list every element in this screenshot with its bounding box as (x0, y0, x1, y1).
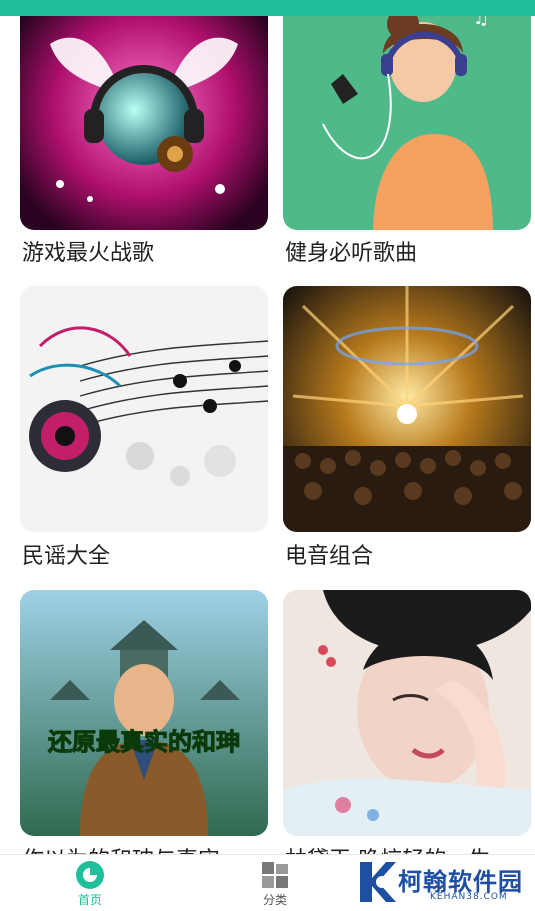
playlist-cover-image[interactable] (20, 16, 268, 230)
poster-text: 还原最真实的和珅 (48, 728, 240, 756)
playlist-cover-image[interactable] (283, 286, 531, 532)
playlist-cover-image[interactable]: ♪ ♫ (283, 16, 531, 230)
nav-category-label: 分类 (262, 893, 287, 907)
nav-home[interactable]: 首页 (50, 859, 130, 909)
watermark-url: KEHAN38.COM (430, 892, 508, 902)
playlist-grid: 游戏最火战歌 ♪ ♫ 健身必听歌曲 (0, 16, 535, 854)
playlist-title[interactable]: 电音组合 (285, 541, 529, 573)
playlist-title[interactable]: 林黛玉:晚惊轻的一生... (285, 845, 529, 854)
playlist-title[interactable]: 健身必听歌曲 (285, 238, 529, 270)
playlist-cover-image[interactable] (283, 590, 531, 836)
home-icon (74, 859, 106, 891)
status-bar (0, 0, 535, 16)
playlist-title[interactable]: 民谣大全 (22, 541, 266, 573)
playlist-title[interactable]: 作以为的和珅与真实... (22, 845, 266, 854)
svg-text:♫: ♫ (473, 16, 489, 29)
k-logo-icon (360, 862, 396, 902)
watermark-logo: 柯翰软件园 KEHAN38.COM (356, 860, 526, 906)
grid-icon (259, 859, 291, 891)
nav-category[interactable]: 分类 (235, 859, 315, 909)
playlist-title[interactable]: 游戏最火战歌 (22, 238, 266, 270)
playlist-cover-image[interactable] (20, 286, 268, 532)
playlist-cover-image[interactable]: 还原最真实的和珅 (20, 590, 268, 836)
svg-text:♪: ♪ (343, 16, 356, 19)
nav-home-label: 首页 (77, 893, 102, 907)
